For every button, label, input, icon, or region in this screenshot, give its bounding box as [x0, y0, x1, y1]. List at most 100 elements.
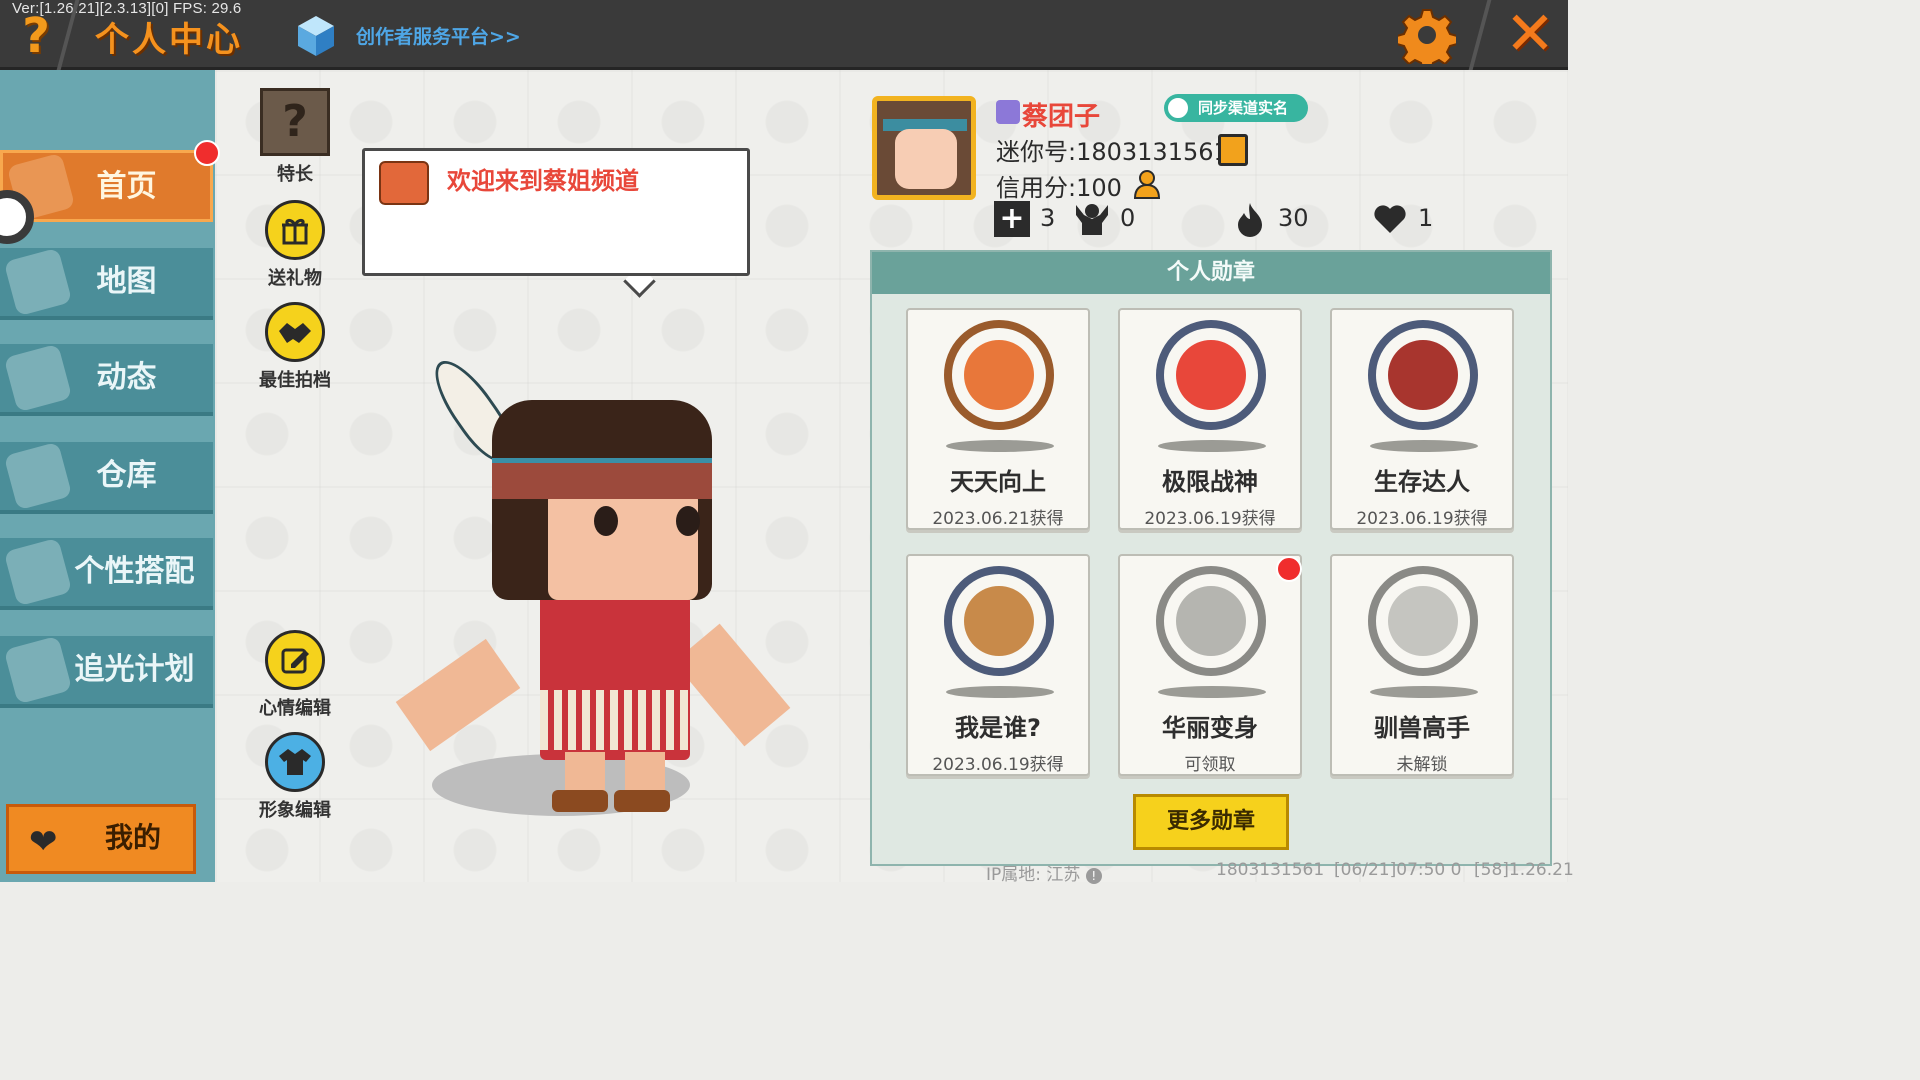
- medal-pedestal: [1158, 686, 1266, 698]
- sidebar: 首页 地图 动态 仓库 个性搭配 追光计划: [0, 70, 220, 882]
- more-medals-button[interactable]: 更多勋章: [1133, 794, 1289, 850]
- mood-emoji-icon: [379, 161, 429, 205]
- mine-label: 我的: [105, 821, 162, 854]
- gift-label: 送礼物: [268, 268, 322, 289]
- page-title: 个人中心: [95, 20, 243, 60]
- sidebar-item-label: 首页: [96, 169, 157, 204]
- stat-plus[interactable]: +3: [994, 196, 1055, 240]
- credit-icon[interactable]: [1132, 168, 1166, 202]
- medal-name: 我是谁?: [955, 714, 1041, 742]
- stat-fire[interactable]: 30: [1232, 196, 1309, 240]
- stat-plus-value: 3: [1040, 204, 1056, 232]
- medal-card[interactable]: 生存达人 2023.06.19获得: [1330, 308, 1514, 530]
- medal-status: 未解锁: [1396, 755, 1448, 775]
- medal-name: 极限战神: [1162, 468, 1258, 496]
- medal-pedestal: [1370, 686, 1478, 698]
- medal-card[interactable]: 天天向上 2023.06.21获得: [906, 308, 1090, 530]
- campfire-medal-icon: [1368, 320, 1478, 430]
- medal-panel-title: 个人勋章: [872, 252, 1550, 294]
- medal-pedestal: [946, 440, 1054, 452]
- gear-icon[interactable]: [1398, 6, 1456, 64]
- mood-edit-button[interactable]: 心情编辑: [253, 630, 337, 720]
- partner-label: 最佳拍档: [259, 370, 331, 391]
- character-face: [548, 490, 698, 600]
- mine-button[interactable]: ❤ 我的: [6, 804, 196, 874]
- gift-button[interactable]: 送礼物: [253, 200, 337, 290]
- image-edit-label: 形象编辑: [259, 800, 331, 821]
- copy-icon[interactable]: [1218, 134, 1248, 166]
- sidebar-item-chase-light[interactable]: 追光计划: [0, 635, 213, 708]
- sidebar-item-warehouse[interactable]: 仓库: [0, 441, 213, 514]
- footer-id: 1803131561: [1216, 860, 1325, 880]
- cube-icon[interactable]: [296, 14, 336, 58]
- medal-card[interactable]: 极限战神 2023.06.19获得: [1118, 308, 1302, 530]
- sidebar-item-label: 动态: [96, 360, 157, 395]
- sidebar-item-feed[interactable]: 动态: [0, 343, 213, 416]
- medal-status: 2023.06.19获得: [1356, 509, 1488, 529]
- sidebar-item-label: 地图: [96, 264, 157, 299]
- medal-card[interactable]: 我是谁? 2023.06.19获得: [906, 554, 1090, 776]
- stat-fire-value: 30: [1278, 204, 1309, 232]
- medal-status: 2023.06.19获得: [1144, 509, 1276, 529]
- nickname: 蔡团子: [1022, 102, 1101, 132]
- medal-pedestal: [1158, 440, 1266, 452]
- close-button[interactable]: ✕: [1500, 4, 1560, 64]
- medal-name: 驯兽高手: [1374, 714, 1470, 742]
- mood-edit-label: 心情编辑: [259, 698, 331, 719]
- tamer-medal-icon: [1368, 566, 1478, 676]
- sidebar-item-label: 追光计划: [74, 652, 195, 687]
- handshake-icon: [265, 302, 325, 362]
- sidebar-item-outfit[interactable]: 个性搭配: [0, 537, 213, 610]
- character-eye: [594, 506, 618, 536]
- medal-card[interactable]: 驯兽高手 未解锁: [1330, 554, 1514, 776]
- specialty-button[interactable]: ? 特长: [253, 88, 337, 186]
- avatar-face: [895, 129, 957, 189]
- ip-location-text: IP属地: 江苏: [986, 865, 1081, 885]
- close-icon: ✕: [1504, 0, 1556, 69]
- medal-pedestal: [946, 686, 1054, 698]
- gift-icon: [265, 200, 325, 260]
- notification-dot: [1276, 556, 1302, 582]
- ip-location: IP属地: 江苏 !: [986, 860, 1102, 885]
- profile-avatar[interactable]: [872, 96, 976, 200]
- question-icon: ?: [260, 88, 330, 156]
- medal-name: 生存达人: [1374, 468, 1470, 496]
- vip-icon: [996, 100, 1020, 124]
- character-eye: [676, 506, 700, 536]
- shirt-icon: [265, 732, 325, 792]
- plus-icon: +: [994, 201, 1030, 237]
- transform-medal-icon: [1156, 566, 1266, 676]
- medal-status: 可领取: [1184, 755, 1236, 775]
- mini-id: 迷你号:1803131561: [996, 138, 1229, 166]
- stat-likes[interactable]: 1: [1372, 196, 1433, 240]
- partner-button[interactable]: 最佳拍档: [253, 302, 337, 392]
- sidebar-item-label: 个性搭配: [74, 554, 195, 589]
- mood-bubble[interactable]: 欢迎来到蔡姐频道: [362, 148, 750, 276]
- fire-icon: [1238, 203, 1262, 237]
- sync-realname-button[interactable]: 同步渠道实名: [1164, 94, 1308, 122]
- specialty-label: 特长: [277, 164, 313, 185]
- character-headband: [492, 458, 712, 499]
- sidebar-item-map[interactable]: 地图: [0, 247, 213, 320]
- fans-icon: [1076, 204, 1108, 235]
- character-shoe: [614, 790, 670, 812]
- medal-name: 华丽变身: [1162, 714, 1258, 742]
- heart-icon: [1374, 205, 1406, 233]
- image-edit-button[interactable]: 形象编辑: [253, 732, 337, 822]
- info-icon[interactable]: !: [1085, 868, 1102, 884]
- medal-name: 天天向上: [950, 468, 1046, 496]
- medal-status: 2023.06.19获得: [932, 755, 1064, 775]
- medal-status: 2023.06.21获得: [932, 509, 1064, 529]
- divider: [1468, 0, 1492, 70]
- stat-fans[interactable]: 0: [1074, 196, 1135, 240]
- creator-platform-link[interactable]: 创作者服务平台>>: [356, 22, 521, 49]
- medal-card[interactable]: 华丽变身 可领取: [1118, 554, 1302, 776]
- footer-build: [58]1.26.21: [1474, 860, 1574, 880]
- stat-likes-value: 1: [1418, 204, 1434, 232]
- mood-text: 欢迎来到蔡姐频道: [447, 167, 639, 195]
- sidebar-item-label: 仓库: [96, 458, 157, 493]
- sync-realname-label: 同步渠道实名: [1198, 99, 1289, 117]
- medal-pedestal: [1370, 440, 1478, 452]
- boss-medal-icon: [1156, 320, 1266, 430]
- stat-fans-value: 0: [1120, 204, 1136, 232]
